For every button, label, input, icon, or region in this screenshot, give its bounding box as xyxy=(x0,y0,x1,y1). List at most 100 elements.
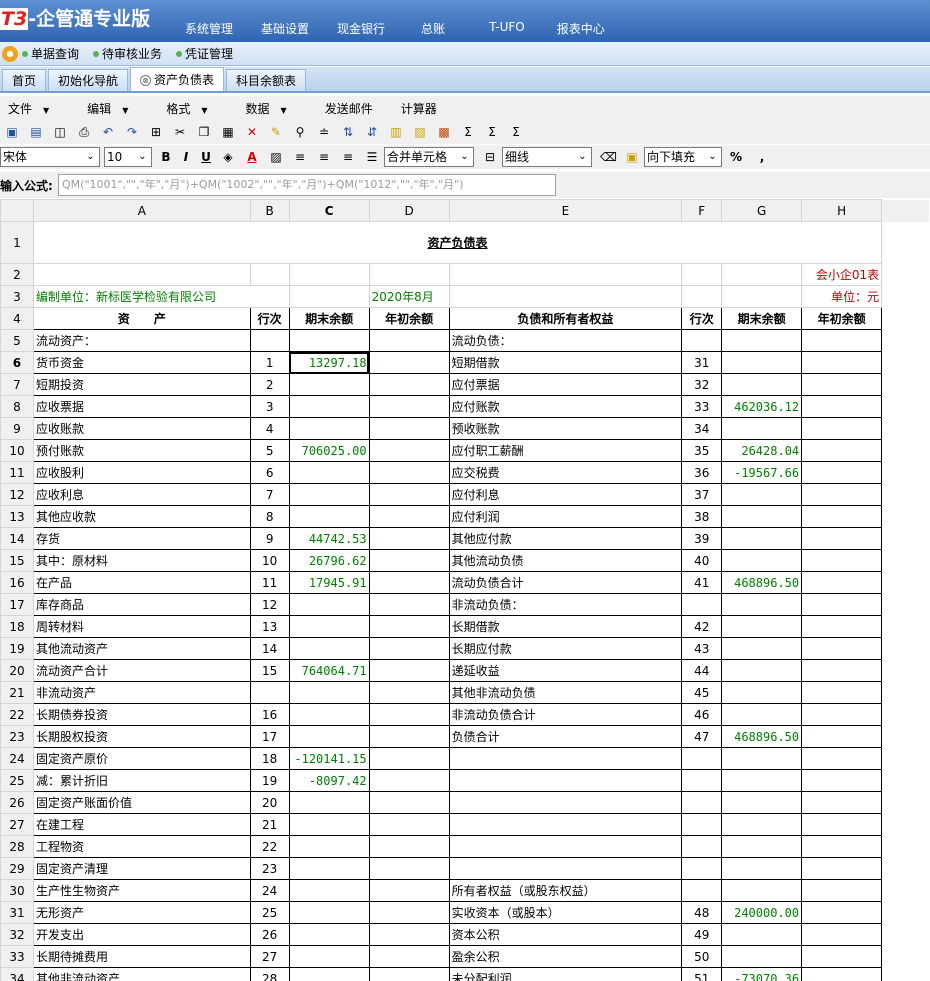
sum-icon[interactable]: Σ xyxy=(460,124,476,140)
cell-liability-end[interactable] xyxy=(721,527,803,550)
grid-icon[interactable]: ⊟ xyxy=(482,149,498,165)
cell-asset-begin[interactable] xyxy=(368,329,450,352)
menu-data[interactable]: 数据 ▼ xyxy=(242,100,296,117)
row-header[interactable]: 21 xyxy=(0,681,34,704)
cell-liability-name[interactable]: 短期借款 xyxy=(448,351,683,374)
row-header[interactable]: 16 xyxy=(0,571,34,594)
cell-liability-begin[interactable] xyxy=(801,615,883,638)
tab-balance-sheet[interactable]: ⊗ 资产负债表 xyxy=(130,67,225,91)
row-header[interactable]: 20 xyxy=(0,659,34,682)
cell-liability-name[interactable]: 非流动负债合计 xyxy=(448,703,683,726)
cell-asset-end[interactable] xyxy=(288,835,370,858)
cell-liability-line[interactable]: 43 xyxy=(681,637,723,660)
cell-liability-end[interactable] xyxy=(721,417,803,440)
cell-liability-end[interactable] xyxy=(721,615,803,638)
cell-liability-begin[interactable] xyxy=(801,351,883,374)
row-header[interactable]: 17 xyxy=(0,593,34,616)
row-header[interactable]: 32 xyxy=(0,923,34,946)
cell-liability-line[interactable]: 34 xyxy=(681,417,723,440)
print-icon[interactable]: ⎙ xyxy=(76,124,92,140)
col-header[interactable]: F xyxy=(681,199,723,222)
cell-asset-begin[interactable] xyxy=(368,373,450,396)
cell-liability-end[interactable] xyxy=(721,373,803,396)
cell-liability-line[interactable] xyxy=(681,329,723,352)
copy-icon[interactable]: ❐ xyxy=(196,124,212,140)
cell-asset-line[interactable]: 21 xyxy=(249,813,290,836)
cut-icon[interactable]: ✂ xyxy=(172,124,188,140)
gear-icon[interactable] xyxy=(2,45,18,62)
cell-asset-name[interactable]: 周转材料 xyxy=(32,615,251,638)
cell-asset-begin[interactable] xyxy=(368,549,450,572)
cell-liability-begin[interactable] xyxy=(801,417,883,440)
row-header[interactable]: 34 xyxy=(0,967,34,981)
cell-liability-name[interactable]: 其他流动负债 xyxy=(448,549,683,572)
cell-asset-end[interactable] xyxy=(288,373,370,396)
cell-asset-line[interactable] xyxy=(249,681,290,704)
cell-asset-begin[interactable] xyxy=(368,725,450,748)
cell-liability-begin[interactable] xyxy=(801,461,883,484)
line-style-select[interactable]: 细线 ⌄ xyxy=(502,147,592,167)
cell-liability-line[interactable]: 37 xyxy=(681,483,723,506)
cell-asset-end[interactable] xyxy=(288,967,370,981)
header-liabilities-equity[interactable]: 负债和所有者权益 xyxy=(448,307,683,330)
row-header[interactable]: 12 xyxy=(0,483,34,506)
cell-liability-end[interactable]: 468896.50 xyxy=(721,725,803,748)
percent-button[interactable]: % xyxy=(726,150,746,164)
cell-liability-name[interactable]: 应付职工薪酬 xyxy=(448,439,683,462)
cell-asset-end[interactable] xyxy=(288,703,370,726)
cell-asset-line[interactable]: 10 xyxy=(249,549,290,572)
cell-liability-name[interactable]: 应付利润 xyxy=(448,505,683,528)
cell-liability-name[interactable]: 长期借款 xyxy=(448,615,683,638)
nav-system[interactable]: 系统管理 xyxy=(185,20,233,37)
cell-asset-line[interactable]: 9 xyxy=(249,527,290,550)
cell-liability-name[interactable]: 非流动负债： xyxy=(448,593,683,616)
cell-asset-name[interactable]: 非流动资产 xyxy=(32,681,251,704)
cell-liability-end[interactable] xyxy=(721,945,803,968)
close-icon[interactable]: ⊗ xyxy=(140,75,152,86)
cell-asset-begin[interactable] xyxy=(368,923,450,946)
row-header[interactable]: 13 xyxy=(0,505,34,528)
tab-account-balance[interactable]: 科目余额表 xyxy=(226,69,307,91)
cell-asset-begin[interactable] xyxy=(368,637,450,660)
cell-asset-line[interactable]: 4 xyxy=(249,417,290,440)
nav-tufo[interactable]: T-UFO xyxy=(489,20,525,37)
cell-asset-name[interactable]: 长期债券投资 xyxy=(32,703,251,726)
clear-format-icon[interactable]: ✎ xyxy=(268,124,284,140)
cell-asset-begin[interactable] xyxy=(368,703,450,726)
cell-liability-begin[interactable] xyxy=(801,395,883,418)
cell-asset-end[interactable] xyxy=(288,483,370,506)
align-center-icon[interactable]: ≡ xyxy=(316,149,332,165)
formula-icon[interactable]: ▩ xyxy=(436,124,452,140)
cell-liability-name[interactable]: 应交税费 xyxy=(448,461,683,484)
cell-asset-line[interactable]: 20 xyxy=(249,791,290,814)
cell-asset-name[interactable]: 流动资产： xyxy=(32,329,251,352)
cell-asset-begin[interactable] xyxy=(368,395,450,418)
row-header[interactable]: 10 xyxy=(0,439,34,462)
cell-asset-end[interactable]: 13297.18 xyxy=(288,351,370,374)
row-header[interactable]: 3 xyxy=(0,285,34,308)
menu-format[interactable]: 格式 ▼ xyxy=(162,100,216,117)
cell-asset-begin[interactable] xyxy=(368,945,450,968)
delete-icon[interactable]: ✕ xyxy=(244,124,260,140)
menu-calculator[interactable]: 计算器 xyxy=(397,100,446,117)
cell-asset-begin[interactable] xyxy=(368,813,450,836)
cell-liability-name[interactable] xyxy=(448,857,683,880)
print-preview-icon[interactable]: ◫ xyxy=(52,124,68,140)
cell-liability-begin[interactable] xyxy=(801,637,883,660)
cell-liability-begin[interactable] xyxy=(801,945,883,968)
cell-liability-end[interactable] xyxy=(721,879,803,902)
cell-asset-line[interactable]: 27 xyxy=(249,945,290,968)
cell-liability-end[interactable]: 26428.04 xyxy=(721,439,803,462)
cell-liability-line[interactable]: 31 xyxy=(681,351,723,374)
cell-asset-name[interactable]: 在产品 xyxy=(32,571,251,594)
cell-asset-end[interactable] xyxy=(288,615,370,638)
cell-asset-begin[interactable] xyxy=(368,439,450,462)
cell-liability-begin[interactable] xyxy=(801,549,883,572)
row-header[interactable]: 31 xyxy=(0,901,34,924)
row-header[interactable]: 11 xyxy=(0,461,34,484)
row-header[interactable]: 5 xyxy=(0,329,34,352)
cell-asset-line[interactable]: 3 xyxy=(249,395,290,418)
cell-asset-line[interactable]: 2 xyxy=(249,373,290,396)
report-title[interactable]: 资产负债表 xyxy=(32,221,883,264)
cell-liability-line[interactable] xyxy=(681,813,723,836)
